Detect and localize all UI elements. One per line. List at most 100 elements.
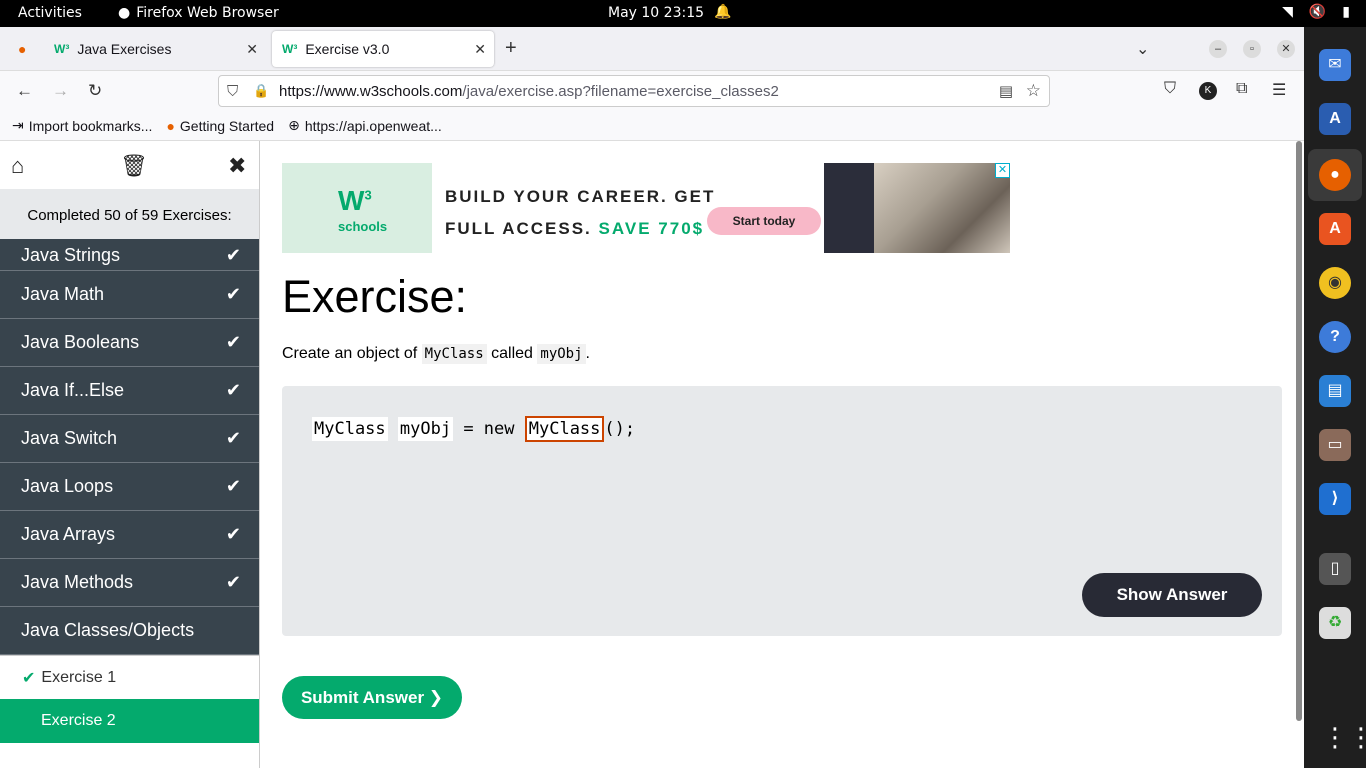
account-avatar[interactable]: K: [1199, 80, 1217, 100]
import-icon: ⇥: [12, 117, 24, 133]
code-exercise-box: MyClass myObj = new MyClass (); Show Answ…: [282, 386, 1282, 636]
tab-strip: ● W³ Java Exercises ✕ W³ Exercise v3.0 ✕…: [0, 27, 1304, 71]
sidebar-subitem-exercise-1[interactable]: ✔ Exercise 1: [0, 655, 259, 699]
new-tab-button[interactable]: +: [505, 37, 517, 60]
disk-icon[interactable]: ▯: [1319, 553, 1351, 585]
trash-icon[interactable]: 🗑: [120, 153, 148, 179]
start-today-button[interactable]: Start today: [707, 207, 821, 235]
checkmark-icon: ✔: [225, 572, 241, 592]
close-tab-icon[interactable]: ✕: [474, 41, 486, 58]
code-line: MyClass myObj = new MyClass ();: [312, 416, 635, 442]
battery-icon: ▮: [1342, 4, 1350, 20]
menu-hamburger-icon[interactable]: ☰: [1272, 80, 1286, 100]
exercise-description: Create an object of MyClass called myObj…: [282, 344, 590, 364]
trash-icon[interactable]: ♻: [1319, 607, 1351, 639]
back-arrow-icon[interactable]: ←: [16, 81, 33, 101]
checkmark-icon: ✔: [225, 476, 241, 496]
submit-answer-button[interactable]: Submit Answer ❯: [282, 676, 462, 719]
tracking-shield-icon[interactable]: ⛉: [227, 83, 238, 100]
sidebar-item-java-loops[interactable]: Java Loops ✔: [0, 463, 259, 511]
code-token: myObj: [397, 417, 454, 441]
close-icon[interactable]: ✖: [228, 153, 246, 179]
ubuntu-software-icon[interactable]: A: [1319, 213, 1351, 245]
checkmark-icon: ✔: [225, 380, 241, 400]
bookmark-import[interactable]: ⇥ Import bookmarks...: [12, 117, 152, 134]
list-all-tabs-icon[interactable]: ⌄: [1136, 39, 1149, 59]
sidebar-item-java-methods[interactable]: Java Methods ✔: [0, 559, 259, 607]
thunderbird-icon[interactable]: ✉: [1319, 49, 1351, 81]
sidebar-subitem-exercise-2[interactable]: Exercise 2: [0, 699, 259, 743]
app-store-icon[interactable]: A: [1319, 103, 1351, 135]
bookmark-openweather[interactable]: ⊕ https://api.openweat...: [288, 117, 442, 134]
url-text: https://www.w3schools.com/java/exercise.…: [279, 82, 779, 100]
vscode-icon[interactable]: ⟩: [1319, 483, 1351, 515]
minimize-button[interactable]: –: [1209, 40, 1227, 58]
show-applications-icon[interactable]: ⋮⋮⋮: [1322, 722, 1366, 753]
browser-window: ● W³ Java Exercises ✕ W³ Exercise v3.0 ✕…: [0, 27, 1304, 768]
sidebar-item-java-math[interactable]: Java Math ✔: [0, 271, 259, 319]
checkmark-icon: ✔: [225, 524, 241, 544]
checkmark-icon: ✔: [225, 245, 241, 265]
close-tab-icon[interactable]: ✕: [246, 41, 258, 58]
progress-text: Completed 50 of 59 Exercises:: [0, 189, 259, 239]
sidebar-item-java-booleans[interactable]: Java Booleans ✔: [0, 319, 259, 367]
ubuntu-dock: ✉ A ● A ◉ ? ▤ ▭ ⟩ ▯ ♻ ⋮⋮⋮: [1304, 27, 1366, 768]
url-bar[interactable]: ⛉ 🔒 https://www.w3schools.com/java/exerc…: [218, 75, 1050, 107]
tab-exercise-v3[interactable]: W³ Exercise v3.0 ✕: [272, 31, 494, 67]
activities-button[interactable]: Activities: [18, 5, 82, 21]
page-title: Exercise:: [282, 271, 468, 322]
reader-view-icon[interactable]: ▤: [999, 82, 1013, 100]
exercise-sidebar: ⌂ 🗑 ✖ Completed 50 of 59 Exercises: Java…: [0, 141, 260, 768]
system-top-bar: Activities ● Firefox Web Browser May 10 …: [0, 0, 1366, 27]
sidebar-item-java-strings[interactable]: Java Strings ✔: [0, 239, 259, 271]
answer-input[interactable]: MyClass: [524, 416, 605, 442]
bookmark-star-icon[interactable]: ☆: [1026, 81, 1041, 101]
wifi-icon: ◥: [1282, 4, 1293, 20]
page-scrollbar[interactable]: [1296, 141, 1302, 721]
globe-icon: ⊕: [288, 117, 300, 133]
bookmark-getting-started[interactable]: ● Getting Started: [166, 118, 274, 134]
home-icon[interactable]: ⌂: [11, 153, 24, 179]
navigation-toolbar: ← → ↻ ⛉ 🔒 https://www.w3schools.com/java…: [0, 71, 1304, 111]
sidebar-item-java-switch[interactable]: Java Switch ✔: [0, 415, 259, 463]
firefox-icon[interactable]: ●: [1319, 159, 1351, 191]
sidebar-item-java-classes-objects[interactable]: Java Classes/Objects: [0, 607, 259, 655]
checkmark-icon: ✔: [225, 428, 241, 448]
reload-icon[interactable]: ↻: [88, 81, 102, 101]
pocket-icon[interactable]: ⛉: [1164, 80, 1176, 98]
ad-close-icon[interactable]: ✕: [995, 163, 1010, 178]
forward-arrow-icon[interactable]: →: [52, 81, 69, 101]
show-answer-button[interactable]: Show Answer: [1082, 573, 1262, 617]
sidebar-item-java-if-else[interactable]: Java If...Else ✔: [0, 367, 259, 415]
tab-java-exercises[interactable]: W³ Java Exercises ✕: [44, 31, 266, 67]
firefox-view-button[interactable]: ●: [8, 31, 32, 67]
ad-headline: BUILD YOUR CAREER. GET FULL ACCESS. SAVE…: [445, 187, 716, 238]
w3schools-logo: W3 schools: [282, 163, 432, 253]
clock[interactable]: May 10 23:15: [608, 5, 704, 21]
lock-icon[interactable]: 🔒: [253, 83, 269, 99]
notification-bell-icon: 🔔: [714, 4, 732, 20]
app-menu[interactable]: ● Firefox Web Browser: [118, 5, 279, 21]
w3schools-favicon-icon: W³: [282, 42, 298, 56]
libreoffice-writer-icon[interactable]: ▤: [1319, 375, 1351, 407]
maximize-button[interactable]: ▫: [1243, 40, 1261, 58]
volume-muted-icon: 🔇: [1308, 4, 1327, 20]
w3schools-favicon-icon: W³: [54, 42, 70, 56]
advertisement-banner[interactable]: W3 schools BUILD YOUR CAREER. GET FULL A…: [282, 163, 1010, 253]
help-icon[interactable]: ?: [1319, 321, 1351, 353]
exercise-main: W3 schools BUILD YOUR CAREER. GET FULL A…: [282, 141, 1282, 768]
firefox-icon: ●: [118, 5, 131, 21]
system-tray[interactable]: ◥ 🔇 ▮: [1282, 4, 1350, 20]
files-icon[interactable]: ▭: [1319, 429, 1351, 461]
firefox-icon: ●: [18, 41, 27, 57]
checkmark-icon: ✔: [225, 284, 241, 304]
checkmark-icon: ✔: [225, 332, 241, 352]
ad-photo: [824, 163, 1010, 253]
extensions-icon[interactable]: ⧉: [1236, 80, 1247, 98]
checkmark-icon: ✔: [22, 669, 36, 687]
rhythmbox-icon[interactable]: ◉: [1319, 267, 1351, 299]
sidebar-item-java-arrays[interactable]: Java Arrays ✔: [0, 511, 259, 559]
close-window-button[interactable]: ✕: [1277, 40, 1295, 58]
tab-label: Java Exercises: [77, 41, 172, 57]
bookmarks-toolbar: ⇥ Import bookmarks... ● Getting Started …: [0, 111, 1304, 141]
